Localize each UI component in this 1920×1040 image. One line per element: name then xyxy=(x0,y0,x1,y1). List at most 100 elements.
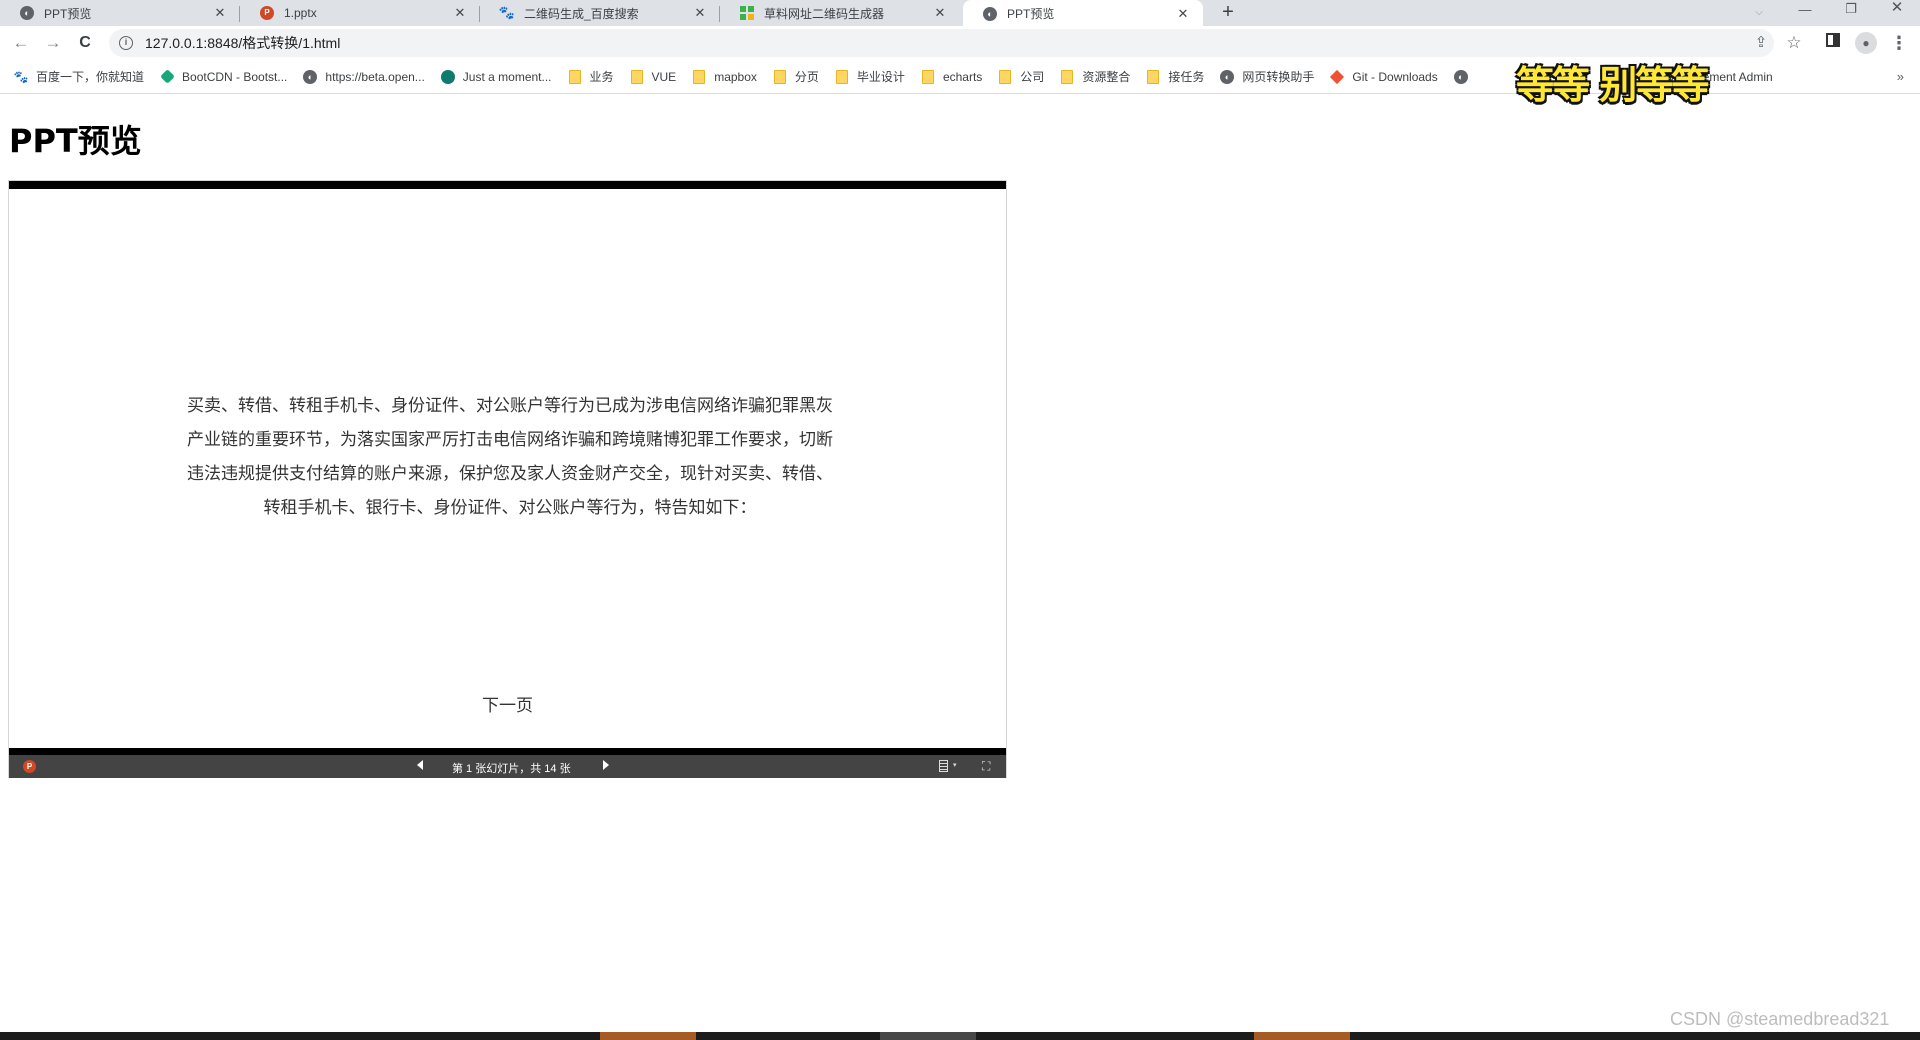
close-icon[interactable]: ✕ xyxy=(212,5,228,21)
slide-text-line: 违法违规提供支付结算的账户来源，保护您及家人资金财产交全，现针对买卖、转借、 xyxy=(187,464,833,484)
reload-button[interactable]: C xyxy=(74,32,96,54)
bookmark-folder-mapbox[interactable]: mapbox xyxy=(692,69,757,84)
bookmark-label: Just a moment... xyxy=(462,69,552,84)
globe-icon: ◐ xyxy=(1453,69,1468,84)
tab-title: PPT预览 xyxy=(44,6,92,21)
tab-baidu-search[interactable]: 🐾 二维码生成_百度搜索 ✕ xyxy=(480,0,720,26)
bookmark-folder-biye[interactable]: 毕业设计 xyxy=(835,68,905,85)
os-taskbar xyxy=(0,1032,1920,1040)
tab-strip: ◐ PPT预览 ✕ P 1.pptx ✕ 🐾 二维码生成_百度搜索 ✕ 草料网址… xyxy=(0,0,1920,28)
bookmark-folder-fenye[interactable]: 分页 xyxy=(773,68,819,85)
previous-slide-button[interactable] xyxy=(417,760,423,770)
bookmark-beta-open[interactable]: ◐ https://beta.open... xyxy=(303,69,425,84)
bookmark-label: 百度一下，你就知道 xyxy=(36,70,145,84)
restore-button[interactable]: ❐ xyxy=(1828,2,1874,28)
bookmark-label: VUE xyxy=(651,69,677,84)
caoliao-qr-icon xyxy=(740,6,754,20)
back-button[interactable]: ← xyxy=(10,32,32,54)
bookmark-baidu[interactable]: 🐾 百度一下，你就知道 xyxy=(14,68,144,85)
bookmark-label: Git - Downloads xyxy=(1352,69,1438,84)
slide-bottom-bar xyxy=(9,748,1006,755)
next-slide-button[interactable] xyxy=(603,760,609,770)
folder-icon xyxy=(921,69,935,84)
side-panel-icon[interactable] xyxy=(1823,33,1843,53)
ppt-viewer: 买卖、转借、转租手机卡、身份证件、对公账户等行为已成为涉电信网络诈骗犯罪黑灰 产… xyxy=(8,180,1007,778)
forward-button[interactable]: → xyxy=(42,32,64,54)
bookmark-hidden-1[interactable]: ◐ xyxy=(1453,69,1476,84)
taskbar-app-active[interactable] xyxy=(1254,1032,1350,1040)
bookmark-folder-yewu[interactable]: 业务 xyxy=(568,68,614,85)
url-text[interactable]: 127.0.0.1:8848/格式转换/1.html xyxy=(145,33,340,53)
bookmark-git-downloads[interactable]: Git - Downloads xyxy=(1330,69,1438,84)
openai-icon xyxy=(440,69,455,84)
close-icon[interactable]: ✕ xyxy=(452,5,468,21)
bookmarks-overflow-button[interactable]: » xyxy=(1897,69,1904,84)
bootcdn-icon xyxy=(159,69,175,84)
slide-paragraph: 买卖、转借、转租手机卡、身份证件、对公账户等行为已成为涉电信网络诈骗犯罪黑灰 产… xyxy=(154,389,866,525)
folder-icon xyxy=(1060,69,1074,84)
bookmark-bootcdn[interactable]: BootCDN - Bootst... xyxy=(159,69,288,84)
baidu-paw-icon: 🐾 xyxy=(13,69,29,84)
notes-view-icon[interactable] xyxy=(939,760,948,772)
bookmark-label: 业务 xyxy=(589,70,614,84)
fullscreen-icon[interactable]: ⛶ xyxy=(982,759,990,774)
folder-icon xyxy=(630,69,644,84)
close-icon[interactable]: ✕ xyxy=(692,5,708,21)
globe-icon: ◐ xyxy=(983,6,997,21)
tab-title: PPT预览 xyxy=(1007,7,1055,21)
tab-title: 1.pptx xyxy=(284,6,317,20)
overlay-sticker-text: 等等 别等等 xyxy=(1516,63,1709,107)
slide-control-bar: P 第 1 张幻灯片，共 14 张 ▾ ⛶ xyxy=(9,755,1006,778)
slide-counter: 第 1 张幻灯片，共 14 张 xyxy=(452,763,571,775)
profile-avatar[interactable]: ● xyxy=(1855,32,1877,54)
bookmark-folder-gongsi[interactable]: 公司 xyxy=(998,68,1044,85)
share-icon[interactable]: ⇪ xyxy=(1751,33,1771,53)
chevron-down-icon[interactable]: ▾ xyxy=(953,761,957,769)
bookmark-label: 接任务 xyxy=(1168,70,1205,84)
bookmark-folder-ziyuan[interactable]: 资源整合 xyxy=(1060,68,1130,85)
bookmark-web-convert[interactable]: ◐ 网页转换助手 xyxy=(1220,68,1314,85)
slide-text-line: 产业链的重要环节，为落实国家严厉打击电信网络诈骗和跨境赌博犯罪工作要求，切断 xyxy=(187,430,833,450)
page-title: PPT预览 xyxy=(9,122,142,160)
bookmark-label: 网页转换助手 xyxy=(1242,70,1315,84)
baidu-paw-icon: 🐾 xyxy=(498,5,516,20)
slide-canvas: 买卖、转借、转租手机卡、身份证件、对公账户等行为已成为涉电信网络诈骗犯罪黑灰 产… xyxy=(9,189,1006,749)
tab-ppt-preview-active[interactable]: ◐ PPT预览 ✕ xyxy=(963,0,1203,27)
bookmark-label: 分页 xyxy=(794,70,819,84)
bookmark-star-icon[interactable]: ☆ xyxy=(1784,33,1804,53)
slide-text-line: 转租手机卡、银行卡、身份证件、对公账户等行为，特告知如下： xyxy=(263,498,757,518)
taskbar-app-hover[interactable] xyxy=(880,1032,976,1040)
slide-top-bar xyxy=(9,181,1006,189)
powerpoint-logo-icon: P xyxy=(23,760,36,773)
tab-title: 草料网址二维码生成器 xyxy=(764,6,885,21)
new-tab-button[interactable]: + xyxy=(1214,0,1242,26)
bookmark-label: https://beta.open... xyxy=(325,69,425,84)
bookmark-label: BootCDN - Bootst... xyxy=(182,69,288,84)
globe-icon: ◐ xyxy=(1220,69,1235,84)
folder-icon xyxy=(773,69,787,84)
site-info-icon[interactable]: i xyxy=(119,36,133,50)
next-page-link[interactable]: 下一页 xyxy=(9,691,1006,716)
folder-icon xyxy=(1146,69,1160,84)
csdn-watermark: CSDN @steamedbread321 xyxy=(1670,1009,1890,1029)
globe-icon: ◐ xyxy=(303,69,318,84)
taskbar-app-active[interactable] xyxy=(600,1032,696,1040)
close-icon[interactable]: ✕ xyxy=(1175,6,1191,22)
bookmark-label: 毕业设计 xyxy=(856,70,905,84)
folder-icon xyxy=(835,69,849,84)
browser-menu-icon[interactable]: ⋮ xyxy=(1889,33,1909,53)
close-window-button[interactable]: ✕ xyxy=(1874,0,1920,27)
tab-caoliao-qr[interactable]: 草料网址二维码生成器 ✕ xyxy=(720,0,960,26)
address-bar[interactable]: i 127.0.0.1:8848/格式转换/1.html xyxy=(109,29,1774,57)
close-icon[interactable]: ✕ xyxy=(932,5,948,21)
tab-title: 二维码生成_百度搜索 xyxy=(524,6,639,21)
bookmark-folder-vue[interactable]: VUE xyxy=(630,69,677,84)
bookmark-just-a-moment[interactable]: Just a moment... xyxy=(440,69,552,84)
tab-ppt-preview-1[interactable]: ◐ PPT预览 ✕ xyxy=(0,0,240,26)
git-icon xyxy=(1330,69,1345,84)
bookmark-folder-echarts[interactable]: echarts xyxy=(921,69,983,84)
bookmark-label: echarts xyxy=(942,69,983,84)
bookmark-folder-jierenwu[interactable]: 接任务 xyxy=(1146,68,1204,85)
tab-pptx[interactable]: P 1.pptx ✕ xyxy=(240,0,480,26)
folder-icon xyxy=(692,69,706,84)
